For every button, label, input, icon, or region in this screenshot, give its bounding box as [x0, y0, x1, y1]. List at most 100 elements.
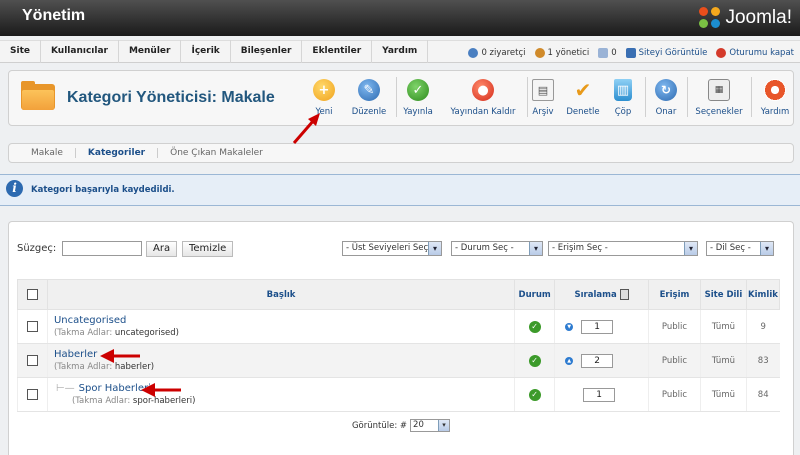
language-value: Tümü: [699, 343, 747, 378]
menu-content[interactable]: İçerik: [181, 40, 231, 63]
admin-title: Yönetim: [22, 7, 86, 24]
logout-link[interactable]: Oturumu kapat: [716, 47, 794, 58]
joomla-logo[interactable]: Joomla!: [699, 5, 792, 31]
menu-help[interactable]: Yardım: [372, 40, 429, 63]
order-input[interactable]: 1: [581, 319, 614, 334]
joomla-logo-icon: [699, 7, 721, 29]
display-limit-label: Görüntüle: #: [351, 421, 408, 431]
row-checkbox[interactable]: [26, 355, 38, 366]
display-limit-select[interactable]: 20 ▾: [410, 419, 451, 432]
menu-menus[interactable]: Menüler: [119, 40, 182, 63]
subnav: Makale Kategoriler Öne Çıkan Makaleler: [8, 143, 794, 163]
help-button[interactable]: Yardım: [761, 77, 789, 121]
state-select[interactable]: - Durum Seç - ▾: [451, 241, 543, 256]
rebuild-button[interactable]: ↻ Onar: [654, 77, 678, 121]
visitors-status: 0 ziyaretçi: [468, 47, 526, 58]
annotation-arrow-icon: [141, 383, 181, 397]
chevron-down-icon: ▾: [760, 242, 773, 255]
view-site-link[interactable]: Siteyi Görüntüle: [625, 47, 707, 58]
menu-extensions[interactable]: Eklentiler: [302, 40, 373, 63]
menu-components[interactable]: Bileşenler: [231, 40, 303, 63]
page-title: Kategori Yöneticisi: Makale: [67, 89, 275, 106]
admin-icon: [534, 47, 545, 58]
chevron-down-icon: ▾: [438, 420, 450, 431]
published-icon[interactable]: ✓: [528, 320, 541, 333]
select-all-checkbox[interactable]: [26, 289, 38, 300]
title-header[interactable]: Başlık: [46, 279, 516, 310]
publish-button[interactable]: ✓ Yayınla: [403, 77, 433, 121]
tree-branch-icon: ⊢—: [55, 383, 75, 394]
unpublish-button[interactable]: ● Yayından Kaldır: [445, 77, 521, 121]
archive-button[interactable]: ▤ Arşiv: [531, 77, 555, 121]
move-down-icon[interactable]: ▼: [565, 322, 574, 331]
clear-button[interactable]: Temizle: [182, 241, 234, 257]
checkmark-icon: ✔: [574, 78, 592, 102]
language-value: Tümü: [699, 309, 747, 344]
users-icon: [468, 47, 479, 58]
check-icon: ✓: [407, 79, 429, 101]
table-row: Uncategorised (Takma Adlar: uncategorised…: [17, 309, 780, 344]
main-menu: Site Kullanıcılar Menüler İçerik Bileşen…: [0, 40, 800, 63]
category-title-link[interactable]: ⊢— Spor Haberleri: [56, 383, 514, 394]
access-select[interactable]: - Erişim Seç - ▾: [548, 241, 698, 256]
id-header[interactable]: Kimlik: [745, 279, 781, 310]
trash-icon: ▥: [614, 79, 632, 101]
language-select[interactable]: - Dil Seç - ▾: [706, 241, 774, 256]
order-input[interactable]: 1: [583, 387, 616, 402]
category-title-link[interactable]: Uncategorised: [54, 315, 514, 326]
language-header[interactable]: Site Dili: [699, 279, 747, 310]
move-up-icon[interactable]: ▲: [565, 356, 574, 365]
system-message: i Kategori başarıyla kaydedildi.: [0, 174, 800, 206]
categories-table: Başlık Durum Sıralama Erişim Site Dili K…: [17, 279, 781, 412]
plus-icon: +: [313, 79, 335, 101]
mail-icon: [598, 47, 609, 58]
chevron-down-icon: ▾: [529, 242, 542, 255]
row-checkbox[interactable]: [26, 321, 38, 332]
id-value: 83: [745, 343, 780, 378]
info-icon: i: [6, 180, 23, 197]
annotation-arrow-icon: [292, 113, 320, 144]
admin-header: Yönetim Joomla!: [0, 0, 800, 36]
access-header[interactable]: Erişim: [648, 279, 701, 310]
unpublish-icon: ●: [472, 79, 494, 101]
access-value: Public: [648, 309, 701, 344]
id-value: 9: [745, 309, 780, 344]
level-select[interactable]: - Üst Seviyeleri Seç - ▾: [342, 241, 442, 256]
archive-icon: ▤: [532, 79, 554, 101]
toolbar-separator: [396, 77, 397, 117]
category-alias: (Takma Adlar: spor-haberleri): [71, 396, 196, 406]
pagination: Görüntüle: #20 ▾: [8, 419, 794, 432]
filter-search-input[interactable]: [62, 241, 142, 256]
messages-status[interactable]: 0: [598, 47, 617, 58]
select-all-header: [17, 279, 48, 310]
options-button[interactable]: ▦ Seçenekler: [695, 77, 743, 121]
search-button[interactable]: Ara: [146, 241, 178, 257]
row-checkbox[interactable]: [26, 389, 38, 400]
published-icon[interactable]: ✓: [528, 354, 541, 367]
save-order-icon[interactable]: [619, 289, 629, 300]
power-icon: [716, 47, 727, 58]
edit-button[interactable]: ✎ Düzenle: [351, 77, 387, 121]
order-input[interactable]: 2: [581, 353, 614, 368]
trash-button[interactable]: ▥ Çöp: [612, 77, 634, 121]
joomla-logo-text: Joomla!: [725, 7, 792, 28]
checkin-button[interactable]: ✔ Denetle: [566, 77, 600, 121]
toolbar: Kategori Yöneticisi: Makale + Yeni ✎ Düz…: [8, 70, 794, 126]
status-header[interactable]: Durum: [514, 279, 556, 310]
monitor-icon: [625, 47, 636, 58]
table-row: ⊢— Spor Haberleri (Takma Adlar: spor-haber…: [17, 377, 780, 412]
menu-users[interactable]: Kullanıcılar: [41, 40, 119, 63]
table-header-row: Başlık Durum Sıralama Erişim Site Dili K…: [17, 279, 781, 310]
category-alias: (Takma Adlar: uncategorised): [53, 328, 179, 338]
tab-featured[interactable]: Öne Çıkan Makaleler: [158, 148, 275, 158]
ordering-header[interactable]: Sıralama: [554, 279, 650, 310]
admins-status: 1 yönetici: [534, 47, 589, 58]
access-value: Public: [648, 343, 701, 378]
options-icon: ▦: [708, 79, 730, 101]
tab-articles[interactable]: Makale: [19, 148, 76, 158]
tab-categories[interactable]: Kategoriler: [76, 148, 159, 158]
chevron-down-icon: ▾: [428, 242, 441, 255]
menu-site[interactable]: Site: [0, 40, 41, 63]
toolbar-separator: [645, 77, 646, 117]
published-icon[interactable]: ✓: [528, 388, 541, 401]
